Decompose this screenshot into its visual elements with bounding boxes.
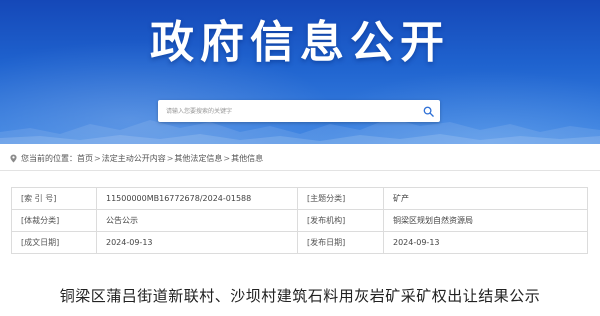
location-pin-icon bbox=[10, 154, 17, 163]
meta-label-publish-date: [发布日期] bbox=[297, 231, 384, 254]
meta-label-index-number: [索 引 号] bbox=[11, 187, 97, 210]
breadcrumb-separator: > bbox=[166, 153, 174, 163]
search-icon bbox=[423, 106, 434, 117]
table-row: [成文日期] 2024-09-13 [发布日期] 2024-09-13 bbox=[11, 231, 588, 254]
breadcrumb: 您当前的位置： 首页 > 法定主动公开内容 > 其他法定信息 > 其他信息 bbox=[10, 151, 263, 165]
meta-label-publisher: [发布机构] bbox=[297, 209, 384, 232]
document-metadata-table: [索 引 号] 11500000MB16772678/2024-01588 [主… bbox=[11, 187, 588, 254]
page-title: 政府信息公开 bbox=[150, 17, 450, 68]
meta-label-genre: [体裁分类] bbox=[11, 209, 97, 232]
header-banner: 政府信息公开 bbox=[0, 0, 600, 144]
table-row: [索 引 号] 11500000MB16772678/2024-01588 [主… bbox=[11, 187, 588, 210]
breadcrumb-link-other-info[interactable]: 其他信息 bbox=[231, 153, 263, 164]
table-row: [体裁分类] 公告公示 [发布机构] 铜梁区规划自然资源局 bbox=[11, 209, 588, 232]
meta-label-written-date: [成文日期] bbox=[11, 231, 97, 254]
breadcrumb-link-statutory-disclosure[interactable]: 法定主动公开内容 bbox=[102, 153, 166, 164]
search-button[interactable] bbox=[420, 103, 436, 119]
meta-value-publisher: 铜梁区规划自然资源局 bbox=[383, 209, 588, 232]
search-bar bbox=[158, 100, 440, 122]
breadcrumb-prefix: 您当前的位置： bbox=[21, 153, 77, 163]
breadcrumb-link-home[interactable]: 首页 bbox=[77, 153, 93, 164]
divider bbox=[0, 170, 600, 171]
meta-value-index-number: 11500000MB16772678/2024-01588 bbox=[96, 187, 298, 210]
breadcrumb-separator: > bbox=[94, 153, 101, 163]
meta-value-genre: 公告公示 bbox=[96, 209, 298, 232]
meta-label-topic-category: [主题分类] bbox=[297, 187, 384, 210]
breadcrumb-separator: > bbox=[223, 153, 231, 163]
meta-value-topic-category: 矿产 bbox=[383, 187, 588, 210]
breadcrumb-link-other-statutory-info[interactable]: 其他法定信息 bbox=[174, 153, 222, 164]
meta-value-written-date: 2024-09-13 bbox=[96, 231, 298, 254]
search-input[interactable] bbox=[158, 100, 408, 122]
meta-value-publish-date: 2024-09-13 bbox=[383, 231, 588, 254]
document-title: 铜梁区蒲吕街道新联村、沙坝村建筑石料用灰岩矿采矿权出让结果公示 bbox=[59, 287, 541, 305]
